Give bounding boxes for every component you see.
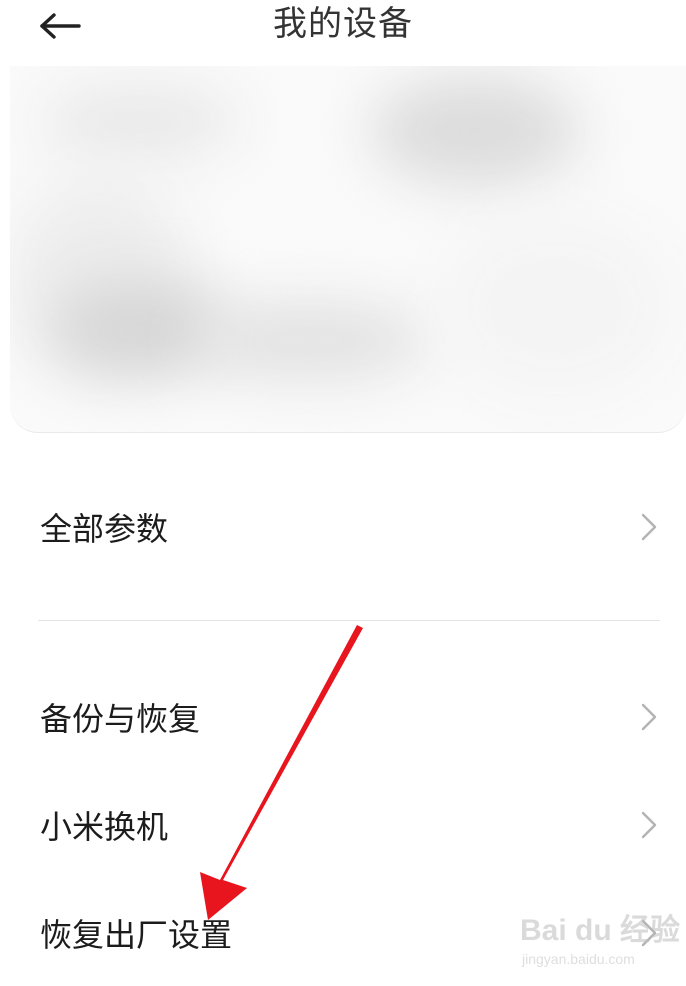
chevron-right-icon [641, 703, 657, 731]
chevron-right-icon [641, 513, 657, 541]
watermark-url: jingyan.baidu.com [522, 951, 635, 967]
menu-item-mi-mover[interactable]: 小米换机 [0, 780, 686, 870]
top-bar: 我的设备 [0, 0, 686, 60]
blurred-content [440, 216, 670, 396]
menu-item-label: 备份与恢复 [40, 700, 201, 738]
arrow-shape [200, 625, 363, 920]
watermark: Bai du 经验 jingyan.baidu.com [520, 905, 680, 975]
menu-item-backup-restore[interactable]: 备份与恢复 [0, 672, 686, 762]
menu-item-all-specs[interactable]: 全部参数 [0, 482, 686, 572]
divider [38, 620, 660, 621]
blurred-content [40, 86, 240, 156]
page-title: 我的设备 [273, 4, 413, 44]
watermark-logo: Bai du 经验 [520, 914, 681, 947]
menu-item-label: 小米换机 [40, 808, 169, 846]
chevron-right-icon [641, 811, 657, 839]
menu-item-label: 全部参数 [40, 510, 169, 548]
device-info-card [10, 66, 686, 433]
blurred-content [190, 301, 430, 381]
blurred-content [370, 76, 580, 186]
menu-item-label: 恢复出厂设置 [40, 916, 233, 954]
